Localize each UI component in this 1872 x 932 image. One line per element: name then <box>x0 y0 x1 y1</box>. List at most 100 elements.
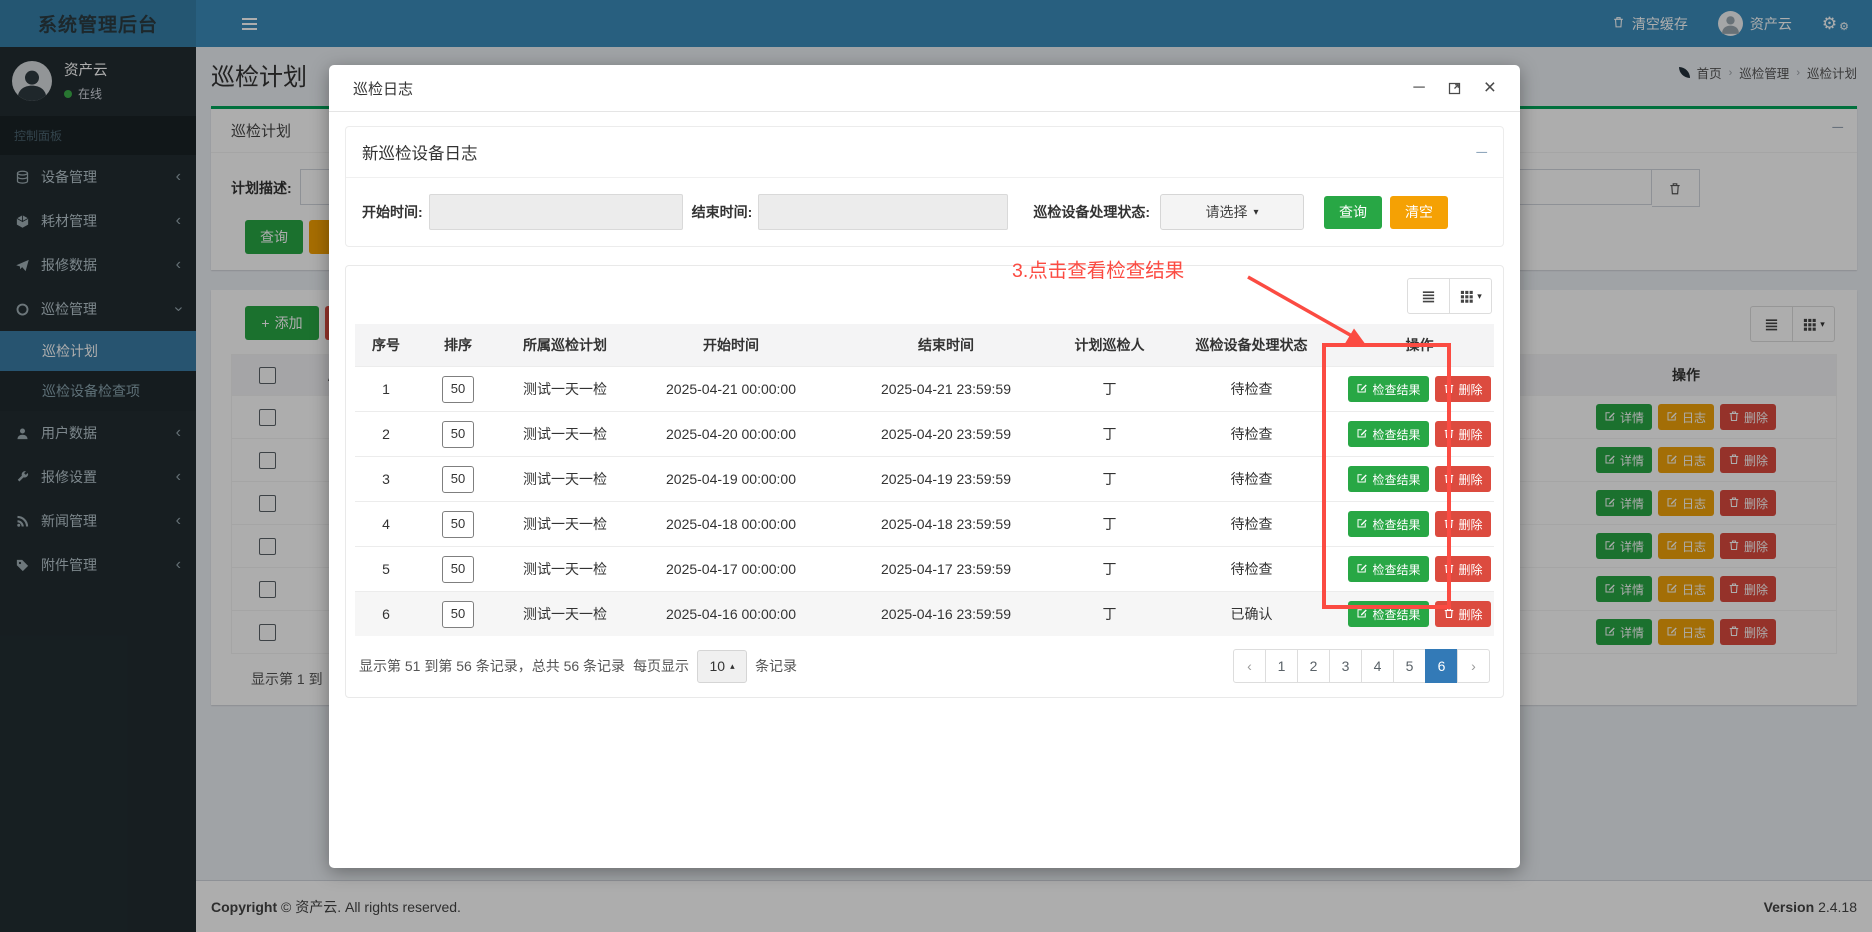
page-2[interactable]: 2 <box>1297 649 1330 683</box>
trash-icon <box>1443 562 1455 577</box>
page-next[interactable]: › <box>1457 649 1490 683</box>
check-result-button[interactable]: 检查结果 <box>1348 556 1428 582</box>
edit-icon <box>1356 517 1368 532</box>
page-prev[interactable]: ‹ <box>1233 649 1266 683</box>
log-table-row: 3 50 测试一天一检2025-04-19 00:00:002025-04-19 2… <box>355 457 1494 502</box>
cell-end-time: 2025-04-19 23:59:59 <box>831 457 1061 502</box>
caret-up-icon: ▴ <box>730 661 735 672</box>
sort-order-input[interactable]: 50 <box>442 556 474 583</box>
log-table-header: 巡检设备处理状态 <box>1158 324 1345 367</box>
cell-inspector: 丁 <box>1061 592 1158 637</box>
check-result-button[interactable]: 检查结果 <box>1348 601 1428 627</box>
check-result-button[interactable]: 检查结果 <box>1348 511 1428 537</box>
log-filter-panel: 新巡检设备日志 ─ 开始时间: 结束时间: 巡检设备处理状态: 请选择▾ 查询 … <box>345 126 1504 247</box>
records-info: 显示第 51 到第 56 条记录，总共 56 条记录 <box>359 656 625 676</box>
minimize-icon[interactable]: ─ <box>1413 79 1424 97</box>
check-result-button[interactable]: 检查结果 <box>1348 376 1428 402</box>
sort-order-input[interactable]: 50 <box>442 466 474 493</box>
sort-order-input[interactable]: 50 <box>442 601 474 628</box>
sort-order-input[interactable]: 50 <box>442 376 474 403</box>
check-result-button[interactable]: 检查结果 <box>1348 466 1428 492</box>
modal-header: 巡检日志 ─ × <box>329 65 1520 112</box>
panel-collapse-icon[interactable]: ─ <box>1476 144 1487 161</box>
per-page-suffix: 条记录 <box>755 656 797 676</box>
end-time-input[interactable] <box>758 194 1008 230</box>
log-table-header: 结束时间 <box>831 324 1061 367</box>
cell-status: 待检查 <box>1158 457 1345 502</box>
page-size-select[interactable]: 10▴ <box>697 650 747 683</box>
cell-start-time: 2025-04-19 00:00:00 <box>631 457 831 502</box>
page-4[interactable]: 4 <box>1361 649 1394 683</box>
close-icon[interactable]: × <box>1484 76 1496 100</box>
sort-order-input[interactable]: 50 <box>442 421 474 448</box>
log-search-button[interactable]: 查询 <box>1324 196 1382 229</box>
cell-inspector: 丁 <box>1061 367 1158 412</box>
cell-no: 5 <box>355 547 417 592</box>
cell-sort: 50 <box>417 547 499 592</box>
grid-view-button[interactable]: ▾ <box>1449 278 1492 314</box>
cell-plan: 测试一天一检 <box>499 367 631 412</box>
cell-end-time: 2025-04-20 23:59:59 <box>831 412 1061 457</box>
sort-order-input[interactable]: 50 <box>442 511 474 538</box>
cell-sort: 50 <box>417 502 499 547</box>
cell-plan: 测试一天一检 <box>499 457 631 502</box>
cell-actions: 检查结果删除 <box>1345 457 1494 502</box>
end-time-label: 结束时间: <box>692 202 753 222</box>
caret-down-icon: ▾ <box>1254 207 1259 218</box>
cell-start-time: 2025-04-18 00:00:00 <box>631 502 831 547</box>
delete-button[interactable]: 删除 <box>1435 466 1491 492</box>
start-time-input[interactable] <box>429 194 683 230</box>
cell-no: 4 <box>355 502 417 547</box>
cell-start-time: 2025-04-20 00:00:00 <box>631 412 831 457</box>
cell-inspector: 丁 <box>1061 412 1158 457</box>
log-pagination: 显示第 51 到第 56 条记录，总共 56 条记录 每页显示 10▴ 条记录 … <box>355 636 1494 689</box>
delete-button[interactable]: 删除 <box>1435 421 1491 447</box>
cell-status: 待检查 <box>1158 367 1345 412</box>
cell-no: 3 <box>355 457 417 502</box>
cell-status: 待检查 <box>1158 547 1345 592</box>
cell-end-time: 2025-04-17 23:59:59 <box>831 547 1061 592</box>
status-select[interactable]: 请选择▾ <box>1160 194 1304 230</box>
log-clear-button[interactable]: 清空 <box>1390 196 1448 229</box>
modal-body: 新巡检设备日志 ─ 开始时间: 结束时间: 巡检设备处理状态: 请选择▾ 查询 … <box>329 112 1520 712</box>
log-table-header: 序号 <box>355 324 417 367</box>
list-view-button[interactable] <box>1407 278 1450 314</box>
page-6[interactable]: 6 <box>1425 649 1458 683</box>
check-result-button[interactable]: 检查结果 <box>1348 421 1428 447</box>
delete-button[interactable]: 删除 <box>1435 556 1491 582</box>
cell-status: 已确认 <box>1158 592 1345 637</box>
trash-icon <box>1443 517 1455 532</box>
caret-down-icon: ▾ <box>1477 291 1482 302</box>
cell-plan: 测试一天一检 <box>499 547 631 592</box>
cell-start-time: 2025-04-16 00:00:00 <box>631 592 831 637</box>
trash-icon <box>1443 382 1455 397</box>
log-table-row: 250测试一天一检2025-04-20 00:00:002025-04-20 2… <box>355 412 1494 457</box>
cell-start-time: 2025-04-17 00:00:00 <box>631 547 831 592</box>
delete-button[interactable]: 删除 <box>1435 376 1491 402</box>
cell-sort: 50 <box>417 457 499 502</box>
page-1[interactable]: 1 <box>1265 649 1298 683</box>
log-table-row: 150测试一天一检2025-04-21 00:00:002025-04-21 2… <box>355 367 1494 412</box>
delete-button[interactable]: 删除 <box>1435 511 1491 537</box>
edit-icon <box>1356 472 1368 487</box>
cell-no: 2 <box>355 412 417 457</box>
cell-plan: 测试一天一检 <box>499 502 631 547</box>
cell-no: 1 <box>355 367 417 412</box>
page-3[interactable]: 3 <box>1329 649 1362 683</box>
delete-button[interactable]: 删除 <box>1435 601 1491 627</box>
log-table-header: 排序 <box>417 324 499 367</box>
log-table-row: 650测试一天一检2025-04-16 00:00:002025-04-16 2… <box>355 592 1494 637</box>
trash-icon <box>1443 472 1455 487</box>
start-time-label: 开始时间: <box>362 202 423 222</box>
edit-icon <box>1356 607 1368 622</box>
app-root: 系统管理后台 清空缓存 资产云 ⚙⚙ 资产云 在线 <box>0 0 1872 932</box>
maximize-icon[interactable] <box>1447 81 1462 96</box>
log-panel-title: 新巡检设备日志 <box>362 140 478 164</box>
cell-inspector: 丁 <box>1061 547 1158 592</box>
page-5[interactable]: 5 <box>1393 649 1426 683</box>
cell-actions: 检查结果删除 <box>1345 502 1494 547</box>
edit-icon <box>1356 427 1368 442</box>
cell-sort: 50 <box>417 367 499 412</box>
log-table-header: 开始时间 <box>631 324 831 367</box>
page-list: ‹123456› <box>1234 649 1490 683</box>
